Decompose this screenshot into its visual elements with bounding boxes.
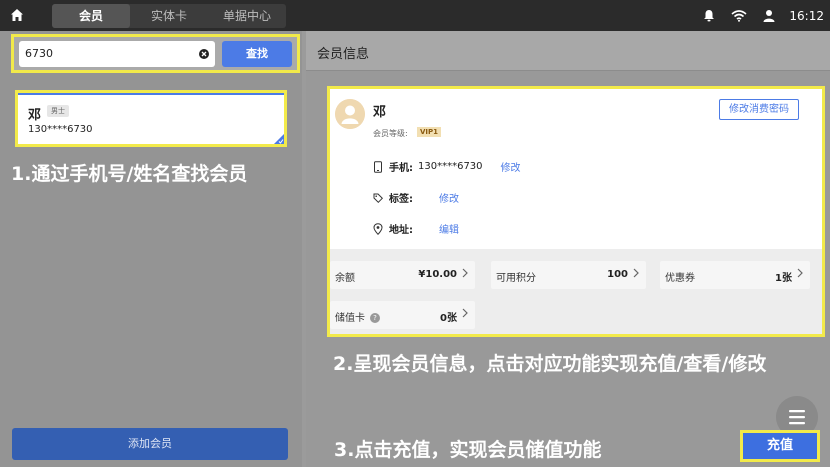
- wifi-icon: [731, 9, 747, 22]
- clear-icon[interactable]: [199, 49, 209, 59]
- coupon-label: 优惠券: [665, 273, 695, 284]
- selected-check-icon: [274, 134, 284, 144]
- tab-document-center[interactable]: 单据中心: [208, 4, 286, 28]
- tag-row: 标签: 修改: [373, 190, 459, 205]
- member-info-header: 会员信息: [306, 31, 830, 71]
- address-label: 地址:: [389, 225, 413, 236]
- tag-label: 标签:: [389, 194, 413, 205]
- chevron-right-icon: [462, 268, 468, 278]
- tab-physical-card[interactable]: 实体卡: [130, 4, 208, 28]
- edit-tag-link[interactable]: 修改: [439, 190, 459, 205]
- stored-card-label-wrap: 储值卡?: [335, 309, 380, 324]
- tab-member[interactable]: 会员: [52, 4, 130, 28]
- avatar: [335, 99, 365, 129]
- member-phone: 130****6730: [28, 124, 93, 135]
- edit-phone-link[interactable]: 修改: [501, 159, 521, 174]
- location-icon: [373, 222, 383, 235]
- chevron-right-icon: [797, 268, 803, 278]
- home-icon[interactable]: [9, 7, 25, 23]
- bell-icon[interactable]: [703, 9, 715, 22]
- balance-label: 余额: [335, 273, 355, 284]
- left-caption: 1.通过手机号/姓名查找会员: [11, 163, 248, 185]
- member-name: 邓: [28, 108, 42, 123]
- coupon-value: 1张: [775, 273, 792, 284]
- phone-label: 手机:: [389, 163, 413, 174]
- status-area: 16:12: [703, 0, 830, 31]
- search-input-value: 6730: [25, 47, 53, 60]
- phone-icon: [374, 160, 382, 173]
- member-result-card[interactable]: 邓 男士 130****6730: [15, 90, 287, 147]
- edit-address-link[interactable]: 编辑: [439, 221, 459, 236]
- change-password-button[interactable]: 修改消费密码: [719, 99, 799, 120]
- info-member-name: 邓: [373, 105, 387, 120]
- add-member-button[interactable]: 添加会员: [12, 428, 288, 460]
- top-bar: 会员 实体卡 单据中心 16:12: [0, 0, 830, 31]
- help-icon[interactable]: ?: [370, 313, 380, 323]
- member-info-top: 邓 修改消费密码 会员等级: VIP1 手机: 130****6730 修改 标…: [330, 89, 822, 249]
- tag-icon: [373, 193, 383, 203]
- address-row: 地址: 编辑: [373, 221, 459, 236]
- member-info-frame: 邓 修改消费密码 会员等级: VIP1 手机: 130****6730 修改 标…: [327, 86, 825, 337]
- balance-stat[interactable]: 余额 ¥10.00: [330, 261, 475, 289]
- level-label: 会员等级:: [373, 129, 408, 138]
- coupon-stat[interactable]: 优惠券 1张: [660, 261, 810, 289]
- stored-card-label: 储值卡: [335, 313, 365, 324]
- search-input[interactable]: 6730: [19, 41, 215, 67]
- phone-value: 130****6730: [418, 161, 483, 172]
- phone-row: 手机: 130****6730 修改: [373, 159, 521, 174]
- gender-badge: 男士: [47, 105, 69, 117]
- right-caption-1: 2.呈现会员信息，点击对应功能实现充值/查看/修改: [333, 353, 767, 375]
- clock: 16:12: [789, 8, 824, 23]
- points-label: 可用积分: [496, 273, 536, 284]
- level-badge: VIP1: [417, 127, 442, 137]
- right-panel: 会员信息 邓 修改消费密码 会员等级: VIP1 手机: 130****6730…: [306, 31, 830, 467]
- recharge-button[interactable]: 充值: [743, 433, 817, 459]
- user-icon[interactable]: [763, 9, 775, 22]
- balance-value: ¥10.00: [418, 269, 457, 280]
- chevron-right-icon: [462, 308, 468, 318]
- stored-card-stat[interactable]: 储值卡? 0张: [330, 301, 475, 329]
- search-area: 6730 查找: [11, 34, 300, 73]
- stored-card-value: 0张: [440, 313, 457, 324]
- top-tabs: 会员 实体卡 单据中心: [52, 4, 286, 28]
- page-title: 会员信息: [317, 47, 370, 62]
- points-value: 100: [607, 269, 628, 280]
- search-button[interactable]: 查找: [222, 41, 292, 67]
- chevron-right-icon: [633, 268, 639, 278]
- right-caption-2: 3.点击充值，实现会员储值功能: [334, 439, 602, 461]
- points-stat[interactable]: 可用积分 100: [491, 261, 646, 289]
- recharge-frame: 充值: [740, 430, 820, 462]
